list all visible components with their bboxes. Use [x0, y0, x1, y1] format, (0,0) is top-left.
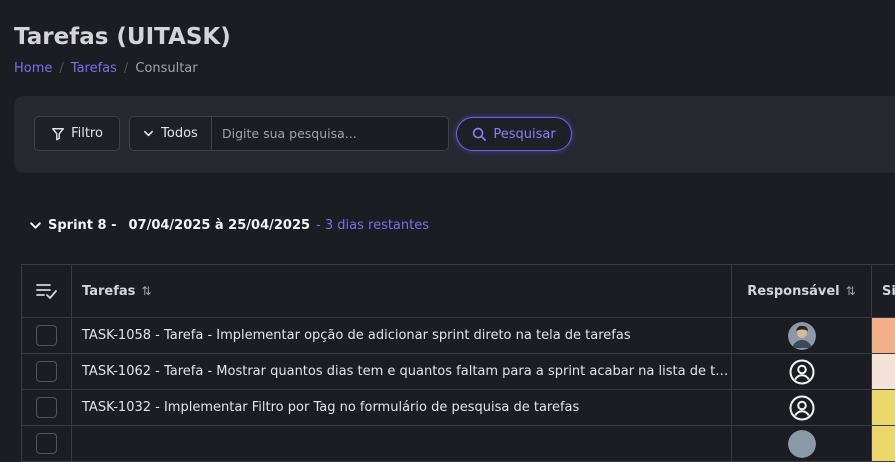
situation-indicator [872, 390, 895, 425]
responsible-cell [732, 354, 872, 390]
search-button-label: Pesquisar [493, 127, 555, 142]
column-header-task[interactable]: Tarefas ⇅ [72, 265, 732, 318]
row-checkbox[interactable] [36, 361, 57, 382]
responsible-cell [732, 318, 872, 354]
tasks-table: Tarefas ⇅ Responsável ⇅ Situ TASK-1058 - T… [21, 264, 895, 462]
situation-cell [872, 318, 895, 354]
row-checkbox-cell [22, 390, 72, 426]
filter-icon [51, 127, 65, 141]
column-header-situation-label: Situ [882, 284, 895, 299]
checklist-icon[interactable] [36, 282, 58, 300]
task-cell[interactable] [72, 426, 732, 462]
row-checkbox[interactable] [36, 397, 57, 418]
task-cell[interactable]: TASK-1062 - Tarefa - Mostrar quantos dia… [72, 354, 732, 390]
sort-icon[interactable]: ⇅ [846, 284, 856, 298]
sprint-name: Sprint 8 - [48, 218, 117, 233]
column-header-responsible[interactable]: Responsável ⇅ [732, 265, 872, 318]
table-row[interactable] [22, 426, 895, 462]
user-circle-icon[interactable] [789, 359, 815, 385]
search-group: Todos [129, 116, 449, 151]
search-button[interactable]: Pesquisar [456, 117, 572, 151]
sort-icon[interactable]: ⇅ [141, 284, 151, 298]
situation-indicator [872, 426, 895, 461]
column-header-situation[interactable]: Situ [872, 265, 895, 318]
sprint-remaining-days: - 3 dias restantes [316, 218, 429, 233]
search-panel: Filtro Todos Pesquisar [14, 96, 895, 173]
breadcrumb-separator: / [59, 61, 63, 76]
breadcrumb-tarefas[interactable]: Tarefas [71, 61, 117, 76]
avatar[interactable] [788, 430, 816, 458]
avatar[interactable] [788, 322, 816, 350]
task-cell[interactable]: TASK-1032 - Implementar Filtro por Tag n… [72, 390, 732, 426]
breadcrumb-current: Consultar [135, 61, 197, 76]
select-all-header[interactable] [22, 265, 72, 318]
search-input[interactable] [212, 117, 448, 150]
table-header-row: Tarefas ⇅ Responsável ⇅ Situ [22, 265, 895, 318]
table-row[interactable]: TASK-1062 - Tarefa - Mostrar quantos dia… [22, 354, 895, 390]
situation-cell [872, 426, 895, 462]
breadcrumb-separator: / [124, 61, 128, 76]
situation-cell [872, 354, 895, 390]
sprint-header[interactable]: Sprint 8 - 07/04/2025 à 25/04/2025 - 3 d… [29, 218, 429, 233]
search-icon [472, 127, 487, 142]
row-checkbox[interactable] [36, 325, 57, 346]
table-row[interactable]: TASK-1032 - Implementar Filtro por Tag n… [22, 390, 895, 426]
task-cell[interactable]: TASK-1058 - Tarefa - Implementar opção d… [72, 318, 732, 354]
responsible-cell [732, 426, 872, 462]
chevron-down-icon[interactable] [29, 219, 42, 232]
table-row[interactable]: TASK-1058 - Tarefa - Implementar opção d… [22, 318, 895, 354]
filter-button[interactable]: Filtro [34, 116, 120, 151]
column-header-task-label: Tarefas [82, 284, 135, 299]
situation-indicator [872, 318, 895, 353]
situation-indicator [872, 354, 895, 389]
scope-dropdown-label: Todos [161, 126, 198, 141]
row-checkbox[interactable] [36, 433, 57, 454]
responsible-cell [732, 390, 872, 426]
row-checkbox-cell [22, 354, 72, 390]
sprint-dates: 07/04/2025 à 25/04/2025 [129, 218, 311, 233]
breadcrumb-home[interactable]: Home [14, 61, 52, 76]
row-checkbox-cell [22, 318, 72, 354]
column-header-responsible-label: Responsável [747, 284, 839, 299]
row-checkbox-cell [22, 426, 72, 462]
user-circle-icon[interactable] [789, 395, 815, 421]
page-title: Tarefas (UITASK) [14, 24, 231, 50]
scope-dropdown[interactable]: Todos [130, 117, 212, 150]
breadcrumb: Home / Tarefas / Consultar [14, 61, 198, 76]
chevron-down-icon [143, 128, 154, 139]
situation-cell [872, 390, 895, 426]
filter-button-label: Filtro [71, 126, 103, 141]
